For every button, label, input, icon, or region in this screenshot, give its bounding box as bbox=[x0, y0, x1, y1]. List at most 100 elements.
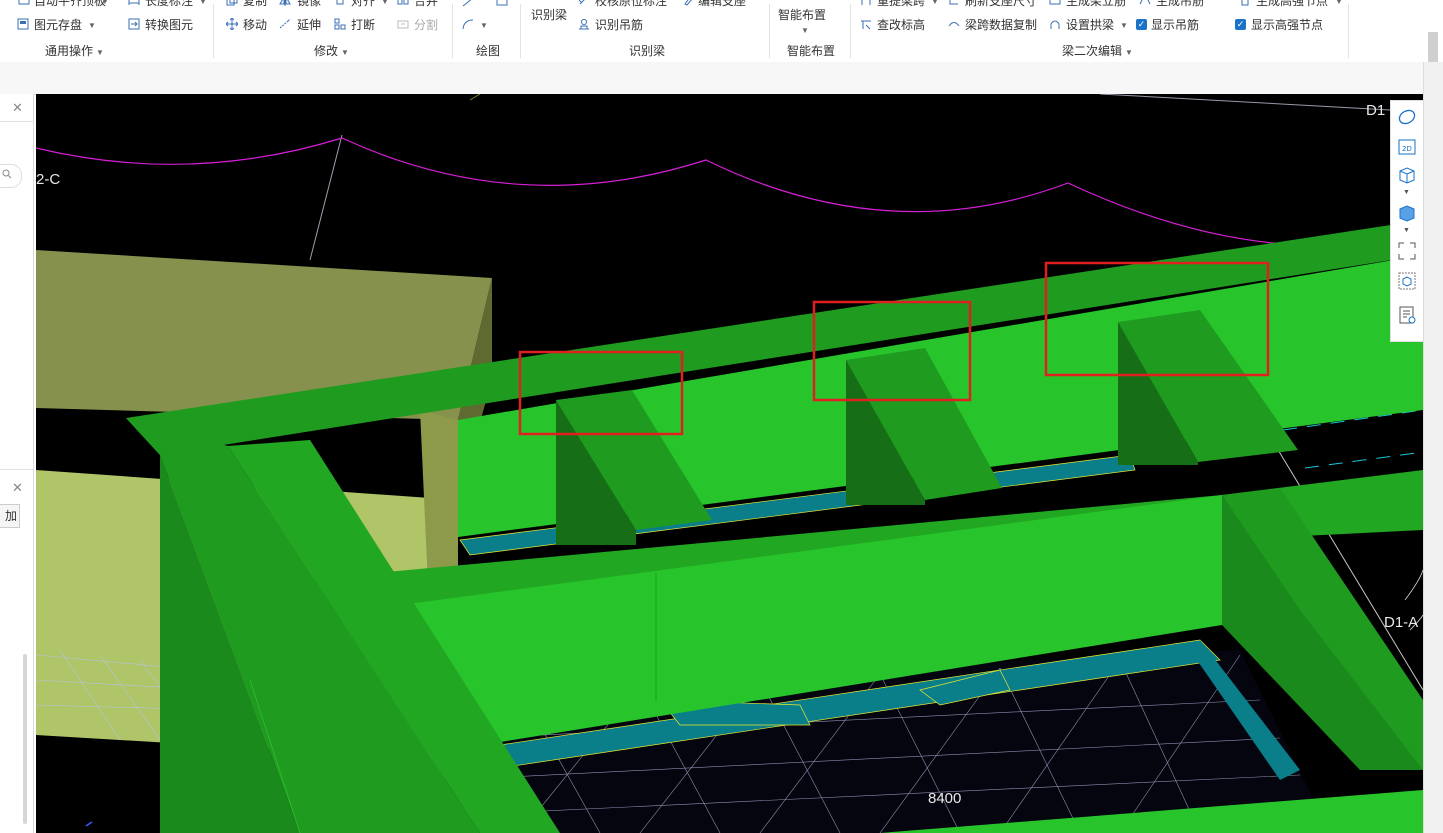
3d-viewport[interactable]: D1 2-C D1-A 8400 bbox=[36, 94, 1423, 833]
length-label-icon bbox=[128, 0, 140, 6]
identify-beam-button[interactable]: 识别梁 bbox=[531, 8, 567, 22]
break-icon bbox=[334, 18, 346, 30]
group-separator bbox=[520, 4, 521, 58]
beam-stirrup-icon bbox=[1049, 0, 1061, 6]
property-view-icon[interactable] bbox=[1397, 305, 1417, 325]
convert-element-icon bbox=[128, 18, 140, 30]
add-button[interactable]: 加 bbox=[0, 504, 20, 528]
identify-hanger-icon bbox=[578, 18, 590, 30]
redo-span-icon bbox=[860, 0, 872, 6]
fullscreen-icon[interactable] bbox=[1397, 241, 1417, 261]
refresh-support-size-button[interactable]: 刷新支座尺寸 bbox=[965, 0, 1037, 8]
viewport-canvas bbox=[36, 94, 1423, 833]
group-label-draw: 绘图 bbox=[476, 44, 501, 58]
move-button[interactable]: 移动 bbox=[243, 18, 267, 32]
show-high-strength-node-checkbox[interactable]: ✓ bbox=[1235, 19, 1246, 30]
align-button[interactable]: 对齐 bbox=[351, 0, 375, 8]
gen-beam-stirrup-button[interactable]: 生成架立筋 bbox=[1066, 0, 1126, 8]
set-arch-beam-button[interactable]: 设置拱梁 bbox=[1066, 18, 1114, 32]
check-label-icon bbox=[578, 0, 590, 6]
chevron-down-icon: ▼ bbox=[88, 21, 96, 30]
panel-divider bbox=[0, 121, 33, 122]
auto-flat-slab-icon bbox=[18, 0, 30, 6]
copy-button[interactable]: 复制 bbox=[243, 0, 267, 8]
high-strength-node-icon bbox=[1239, 0, 1251, 6]
chevron-down-icon: ▼ bbox=[480, 21, 488, 30]
axis-label-2c: 2-C bbox=[36, 171, 61, 188]
2d-view-icon[interactable]: 2D bbox=[1397, 137, 1417, 157]
redo-span-button[interactable]: 重提梁跨 bbox=[877, 0, 925, 8]
chevron-down-icon[interactable]: ▼ bbox=[1403, 189, 1410, 196]
arch-beam-icon bbox=[1049, 18, 1061, 30]
close-icon[interactable]: ✕ bbox=[12, 100, 23, 116]
break-button[interactable]: 打断 bbox=[351, 18, 375, 32]
group-separator bbox=[850, 4, 851, 58]
right-scroll-strip bbox=[1423, 32, 1443, 833]
rect-draw-icon[interactable] bbox=[496, 0, 508, 8]
group-label-beam-secondary-edit: 梁二次编辑 ▼ bbox=[1062, 44, 1133, 58]
chevron-down-icon: ▼ bbox=[381, 0, 389, 6]
chevron-down-icon: ▼ bbox=[199, 0, 207, 6]
smart-layout-button[interactable]: 智能布置 bbox=[778, 8, 826, 22]
line-draw-icon[interactable] bbox=[462, 0, 474, 8]
merge-icon bbox=[397, 0, 409, 6]
scrollbar[interactable] bbox=[23, 654, 27, 824]
mirror-button[interactable]: 镜像 bbox=[297, 0, 321, 8]
group-label-modify: 修改 ▼ bbox=[314, 44, 349, 58]
search-icon bbox=[2, 168, 12, 183]
split-icon bbox=[397, 18, 409, 30]
element-save-button[interactable]: 图元存盘 bbox=[34, 18, 82, 32]
auto-flat-slab-button[interactable]: 自动平齐顶板 bbox=[34, 0, 106, 8]
view-tools-panel: 2D ▼ ▼ bbox=[1390, 100, 1424, 342]
left-panel: ✕ ✕ 加 bbox=[0, 94, 34, 833]
move-icon bbox=[225, 17, 239, 31]
convert-element-button[interactable]: 转换图元 bbox=[145, 18, 193, 32]
align-icon bbox=[334, 0, 346, 6]
chevron-down-icon: ▼ bbox=[801, 26, 809, 35]
length-label-button[interactable]: 长度标注 bbox=[145, 0, 193, 8]
group-separator bbox=[213, 4, 214, 58]
show-high-strength-node-label: 显示高强节点 bbox=[1251, 18, 1324, 32]
extend-button[interactable]: 延伸 bbox=[297, 18, 321, 32]
element-save-icon bbox=[17, 18, 29, 30]
edit-support-button[interactable]: 编辑支座 bbox=[698, 0, 746, 8]
check-elevation-icon bbox=[860, 18, 872, 30]
panel-divider bbox=[0, 469, 33, 470]
group-label-identify-beam: 识别梁 bbox=[629, 44, 666, 58]
orbit-icon[interactable] bbox=[1397, 107, 1417, 127]
span-data-copy-button[interactable]: 梁跨数据复制 bbox=[965, 18, 1037, 32]
sub-toolbar bbox=[0, 62, 1443, 95]
group-separator bbox=[1348, 4, 1349, 58]
split-button[interactable]: 分割 bbox=[414, 18, 438, 32]
show-hanger-label: 显示吊筋 bbox=[1151, 18, 1200, 32]
show-hanger-checkbox[interactable]: ✓ bbox=[1136, 19, 1147, 30]
svg-text:2D: 2D bbox=[1402, 145, 1412, 153]
chevron-down-icon: ▼ bbox=[931, 0, 939, 6]
ribbon-toolbar: 自动平齐顶板 ▼ 长度标注 ▼ 图元存盘 ▼ 转换图元 通用操作 ▼ 复制 镜像 … bbox=[0, 0, 1443, 63]
mirror-icon bbox=[279, 0, 291, 6]
identify-hanger-button[interactable]: 识别吊筋 bbox=[595, 18, 643, 32]
group-label-general-ops: 通用操作 ▼ bbox=[45, 44, 104, 58]
3d-view-icon[interactable] bbox=[1397, 165, 1417, 185]
gen-hanger-button[interactable]: 生成吊筋 bbox=[1156, 0, 1204, 8]
scrollbar[interactable] bbox=[1428, 32, 1438, 62]
chevron-down-icon: ▼ bbox=[101, 0, 109, 6]
axis-label-d1a: D1-A bbox=[1384, 614, 1419, 631]
group-separator bbox=[769, 4, 770, 58]
gen-high-strength-node-button[interactable]: 生成高强节点 bbox=[1256, 0, 1328, 8]
close-icon[interactable]: ✕ bbox=[12, 480, 23, 496]
solid-view-icon[interactable] bbox=[1397, 203, 1417, 223]
axis-label-d1: D1 bbox=[1366, 102, 1386, 119]
merge-button[interactable]: 合并 bbox=[414, 0, 438, 8]
extend-icon bbox=[279, 18, 291, 30]
chevron-down-icon[interactable]: ▼ bbox=[1403, 227, 1410, 234]
dimension-label: 8400 bbox=[928, 790, 962, 807]
check-elevation-button[interactable]: 查改标高 bbox=[877, 18, 925, 32]
refresh-support-icon bbox=[948, 0, 960, 6]
check-origin-label-button[interactable]: 校核原位标注 bbox=[595, 0, 667, 8]
hanger-icon bbox=[1139, 0, 1151, 6]
copy-icon bbox=[226, 0, 238, 6]
arc-draw-icon[interactable] bbox=[462, 18, 474, 30]
element-view-icon[interactable] bbox=[1397, 271, 1417, 291]
chevron-down-icon: ▼ bbox=[1120, 21, 1128, 30]
